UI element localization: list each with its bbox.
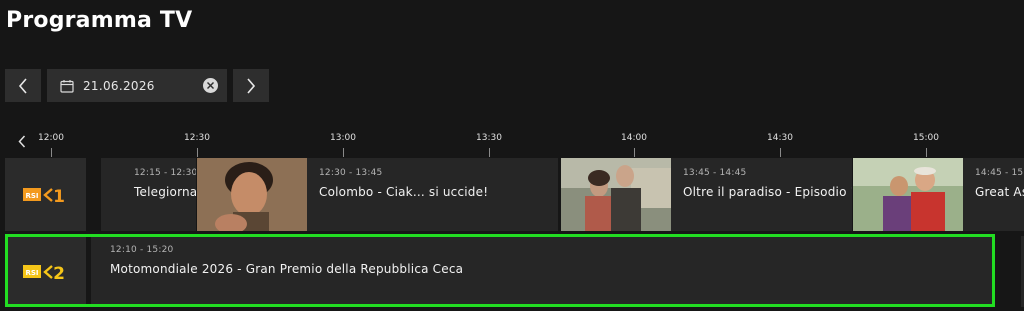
program-thumbnail xyxy=(853,158,963,231)
timeline-back-button[interactable] xyxy=(14,133,30,149)
program-thumbnail xyxy=(561,158,671,231)
time-tick-mark xyxy=(51,148,52,157)
svg-text:RSI: RSI xyxy=(25,269,38,277)
program-title: Great Asian Railway Journeys xyxy=(975,185,1024,199)
tv-guide-page: Programma TV 21.06.2026 12:00 12:30 13:0… xyxy=(0,0,1024,311)
clear-icon xyxy=(207,82,214,89)
time-tick: 13:00 xyxy=(330,133,356,143)
program-colombo[interactable]: 12:30 - 13:45 Colombo - Ciak... si uccid… xyxy=(197,158,558,231)
program-time: 13:45 - 14:45 xyxy=(683,168,747,178)
program-time: 12:15 - 12:30 xyxy=(134,168,196,178)
channel-logo-rsi-2[interactable]: RSI 2 xyxy=(5,236,86,307)
clear-date-button[interactable] xyxy=(203,78,218,93)
chevron-left-icon xyxy=(18,77,27,94)
rsi-1-logo-icon: RSI 1 xyxy=(22,187,65,205)
program-time: 12:10 - 15:20 xyxy=(110,245,174,255)
program-title: Telegiornale xyxy=(134,185,196,199)
svg-text:2: 2 xyxy=(53,264,65,282)
time-tick: 13:30 xyxy=(476,133,502,143)
chevron-left-icon xyxy=(18,134,26,148)
program-telegiornale[interactable]: 12:15 - 12:30 Telegiornale xyxy=(101,158,196,231)
program-thumbnail xyxy=(197,158,307,231)
program-oltre-il-paradiso[interactable]: 13:45 - 14:45 Oltre il paradiso - Episod… xyxy=(561,158,852,231)
chevron-right-icon xyxy=(247,77,256,94)
time-tick-mark xyxy=(780,148,781,157)
time-tick-mark xyxy=(926,148,927,157)
page-title: Programma TV xyxy=(6,8,193,33)
time-tick-mark xyxy=(634,148,635,157)
program-title: Motomondiale 2026 - Gran Premio della Re… xyxy=(110,262,464,276)
program-title: Colombo - Ciak... si uccide! xyxy=(319,185,489,199)
selected-date: 21.06.2026 xyxy=(83,78,155,93)
channel-row-rsi-1: RSI 1 12:15 - 12:30 Telegiornale xyxy=(5,158,1024,231)
next-day-button[interactable] xyxy=(233,69,269,102)
time-tick: 12:00 xyxy=(38,133,64,143)
program-great-asian-railway[interactable]: 14:45 - 15:45 Great Asian Railway Journe… xyxy=(853,158,1024,231)
program-time: 12:30 - 13:45 xyxy=(319,168,383,178)
svg-text:1: 1 xyxy=(53,187,65,205)
rsi-2-logo-icon: RSI 2 xyxy=(22,264,65,282)
time-tick: 15:00 xyxy=(913,133,939,143)
time-tick-mark xyxy=(489,148,490,157)
channel-row-rsi-2: RSI 2 12:10 - 15:20 Motomondiale 2026 - … xyxy=(5,236,1024,307)
channel-logo-rsi-1[interactable]: RSI 1 xyxy=(5,158,86,231)
time-tick: 12:30 xyxy=(184,133,210,143)
program-time: 14:45 - 15:45 xyxy=(975,168,1024,178)
previous-day-button[interactable] xyxy=(5,69,41,102)
time-tick-mark xyxy=(343,148,344,157)
program-title: Oltre il paradiso - Episodio 1 xyxy=(683,185,852,199)
svg-text:RSI: RSI xyxy=(25,192,38,200)
time-tick: 14:00 xyxy=(621,133,647,143)
calendar-icon xyxy=(60,79,74,93)
date-picker-field[interactable]: 21.06.2026 xyxy=(47,69,227,102)
time-tick-mark xyxy=(197,148,198,157)
time-tick: 14:30 xyxy=(767,133,793,143)
program-motomondiale[interactable]: 12:10 - 15:20 Motomondiale 2026 - Gran P… xyxy=(91,236,994,307)
